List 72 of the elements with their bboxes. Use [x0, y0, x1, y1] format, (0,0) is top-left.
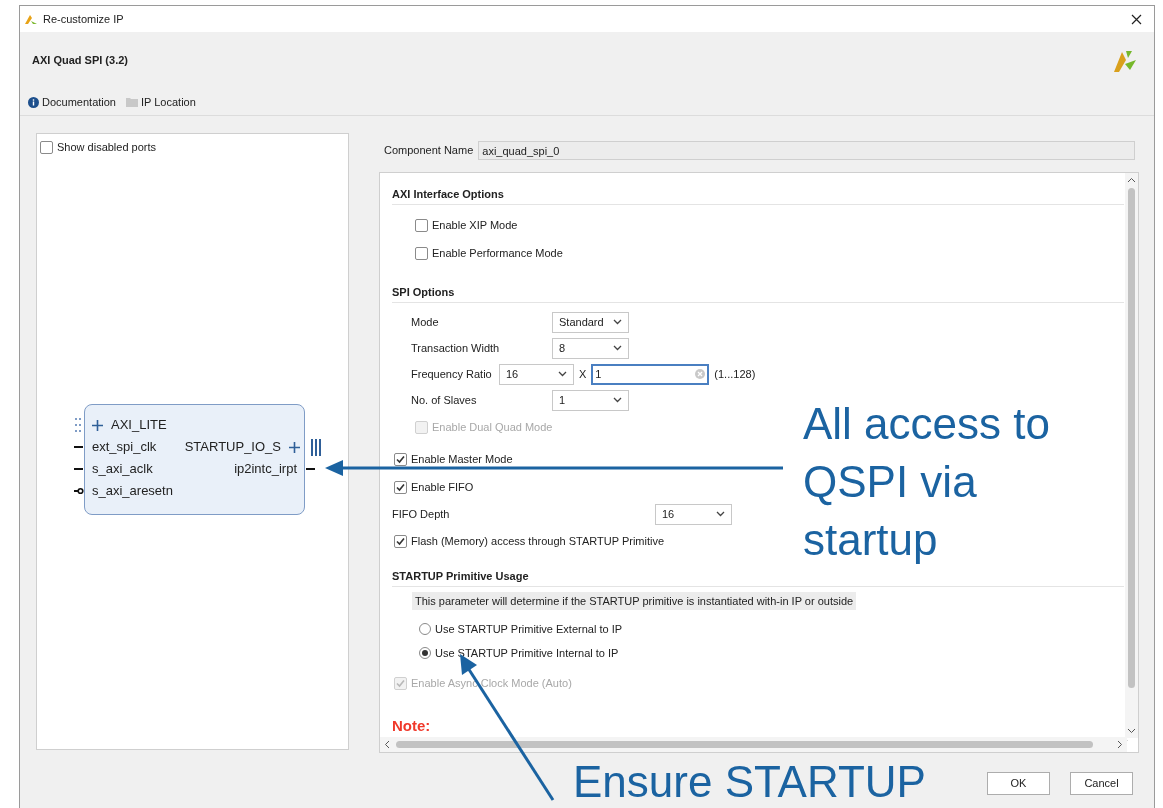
field-label: Transaction Width [411, 340, 501, 356]
checkbox[interactable] [394, 480, 407, 494]
section-title: SPI Options [392, 285, 1124, 303]
app-logo-icon [24, 13, 38, 25]
scroll-down-icon[interactable] [1127, 726, 1136, 735]
section-title: STARTUP Primitive Usage [392, 569, 1124, 587]
radio-label: Use STARTUP Primitive Internal to IP [435, 645, 619, 661]
expand-icon[interactable] [289, 441, 300, 453]
checkbox[interactable] [394, 534, 407, 548]
annotation-text: All access to QSPI via startup [803, 398, 1051, 566]
field-label: Mode [411, 314, 440, 330]
checkbox-label: Enable XIP Mode [432, 217, 518, 233]
scroll-thumb[interactable] [396, 741, 1093, 748]
range-hint: (1...128) [714, 366, 756, 382]
checkbox[interactable] [40, 140, 53, 154]
bus-pin-icon [75, 417, 81, 433]
dropdown[interactable]: 16 [499, 363, 574, 385]
chevron-down-icon [716, 511, 725, 517]
bus-pin-icon [311, 438, 321, 456]
checkbox-label: Enable FIFO [411, 479, 474, 495]
checkbox-label: Enable Master Mode [411, 451, 513, 467]
checkbox-label: Show disabled ports [57, 139, 157, 155]
field-label: Component Name [384, 143, 474, 159]
port-label: AXI_LITE [111, 416, 167, 435]
checkbox[interactable] [415, 246, 428, 260]
chevron-down-icon [613, 345, 622, 351]
input-field[interactable]: axi_quad_spi_0 [478, 141, 1136, 160]
chevron-down-icon [613, 319, 622, 325]
expand-icon[interactable] [92, 419, 103, 431]
inverted-pin-icon [74, 487, 84, 495]
dialog-title: AXI Quad SPI (3.2) [32, 53, 128, 69]
checkbox[interactable] [394, 452, 407, 466]
checkbox-label: Enable Performance Mode [432, 245, 563, 261]
multiplier-label: X [579, 366, 587, 382]
chevron-down-icon [613, 397, 622, 403]
dropdown[interactable]: 8 [552, 337, 629, 359]
dropdown[interactable]: Standard [552, 311, 629, 333]
dropdown[interactable]: 1 [552, 389, 629, 411]
port-label: s_axi_aresetn [92, 482, 173, 501]
port-label: ip2intc_irpt [234, 460, 297, 479]
annotation-text: Ensure STARTUP [573, 756, 926, 808]
input-field[interactable]: 1 [591, 363, 710, 385]
section-title: AXI Interface Options [392, 187, 1124, 205]
dialog-button[interactable]: Cancel [1070, 772, 1133, 795]
folder-icon [126, 97, 138, 107]
chevron-down-icon [558, 371, 567, 377]
close-icon[interactable] [1131, 13, 1142, 25]
horizontal-scrollbar[interactable] [380, 737, 1127, 752]
scroll-left-icon[interactable] [383, 740, 392, 749]
info-icon [28, 96, 39, 108]
field-label: No. of Slaves [411, 392, 478, 408]
dropdown[interactable]: 16 [655, 503, 732, 525]
window-title: Re-customize IP [43, 11, 124, 27]
dialog-button[interactable]: OK [987, 772, 1050, 795]
scroll-up-icon[interactable] [1127, 176, 1136, 185]
checkbox-label: Flash (Memory) access through STARTUP Primitive [411, 533, 665, 549]
port-label: s_axi_aclk [92, 460, 153, 479]
radio-button[interactable] [419, 647, 431, 659]
port-label: STARTUP_IO_S [184, 438, 281, 457]
checkbox[interactable] [415, 218, 428, 232]
header-link[interactable]: IP Location [126, 93, 196, 111]
description-text: This parameter will determine if the STARTUP primitive is instantiated with-in IP or outside [412, 591, 857, 611]
field-label: FIFO Depth [392, 506, 451, 522]
scroll-thumb[interactable] [1128, 188, 1135, 688]
port-label: ext_spi_clk [92, 438, 157, 457]
header-link[interactable]: Documentation [28, 93, 116, 111]
radio-label: Use STARTUP Primitive External to IP [435, 621, 623, 637]
field-label: Frequency Ratio [411, 366, 493, 382]
scroll-right-icon[interactable] [1115, 740, 1124, 749]
checkbox-label: Enable Dual Quad Mode [432, 419, 553, 435]
vertical-scrollbar[interactable] [1125, 173, 1138, 738]
radio-button[interactable] [419, 623, 431, 635]
